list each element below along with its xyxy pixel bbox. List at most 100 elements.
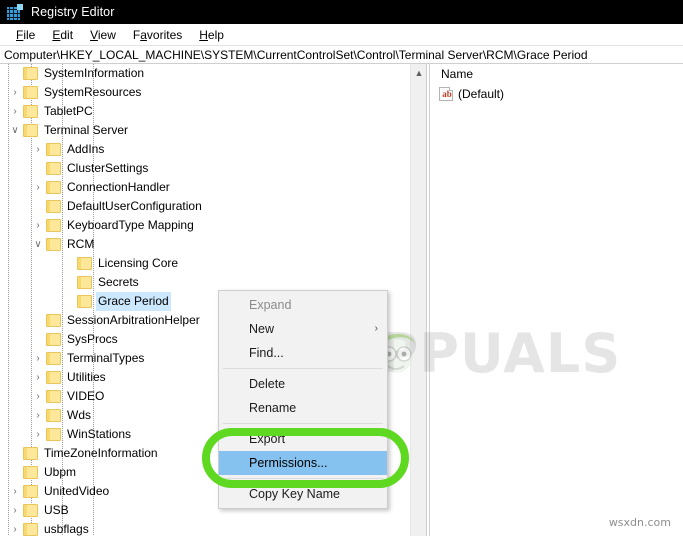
column-header-name[interactable]: Name <box>431 64 683 84</box>
context-menu-item-new[interactable]: New › <box>219 317 387 341</box>
context-menu-item-label: Permissions... <box>249 456 328 470</box>
tree-item-label: Licensing Core <box>98 256 179 270</box>
chevron-right-icon: › <box>374 323 378 334</box>
tree-item-label: WinStations <box>67 427 132 441</box>
menu-edit[interactable]: Edit <box>44 27 82 43</box>
chevron-right-icon[interactable]: › <box>31 140 45 159</box>
menu-bar: File Edit View Favorites Help <box>0 24 683 45</box>
tree-item-addins[interactable]: › AddIns <box>0 140 409 159</box>
tree-item-keyboardtype-mapping[interactable]: › KeyboardType Mapping <box>0 216 409 235</box>
folder-icon <box>23 447 38 460</box>
tree-item-clustersettings[interactable]: ClusterSettings <box>0 159 409 178</box>
tree-item-label: SystemInformation <box>44 66 145 80</box>
tree-item-label: Ubpm <box>44 465 77 479</box>
value-rows: ab (Default) <box>431 84 683 104</box>
folder-icon <box>77 295 92 308</box>
chevron-right-icon[interactable]: › <box>8 83 22 102</box>
context-menu-separator <box>223 478 383 479</box>
context-menu-item-label: New <box>249 322 275 336</box>
folder-icon <box>46 333 61 346</box>
folder-icon <box>46 143 61 156</box>
chevron-right-icon[interactable]: › <box>31 216 45 235</box>
chevron-right-icon[interactable]: › <box>8 102 22 121</box>
chevron-right-icon[interactable]: › <box>31 387 45 406</box>
tree-item-systeminformation[interactable]: SystemInformation <box>0 64 409 83</box>
chevron-right-icon[interactable]: › <box>8 520 22 536</box>
tree-item-rcm[interactable]: ∨ RCM <box>0 235 409 254</box>
folder-icon <box>46 409 61 422</box>
context-menu-item-export[interactable]: Export <box>219 427 387 451</box>
tree-item-label: usbflags <box>44 522 89 536</box>
values-pane[interactable]: Name ab (Default) <box>431 64 683 536</box>
context-menu-separator <box>223 368 383 369</box>
tree-item-label: ClusterSettings <box>67 161 149 175</box>
chevron-down-icon[interactable]: ∨ <box>31 235 45 254</box>
chevron-right-icon[interactable]: › <box>31 349 45 368</box>
context-menu-item-copy-key-name[interactable]: Copy Key Name <box>219 482 387 506</box>
scroll-up-icon[interactable]: ▲ <box>411 64 427 81</box>
tree-item-label: Secrets <box>98 275 139 289</box>
folder-icon <box>23 485 38 498</box>
tree-item-label: SessionArbitrationHelper <box>67 313 200 327</box>
context-menu-item-delete[interactable]: Delete <box>219 372 387 396</box>
tree-item-label: RCM <box>67 237 95 251</box>
chevron-right-icon[interactable]: › <box>8 501 22 520</box>
folder-icon <box>46 428 61 441</box>
menu-favorites[interactable]: Favorites <box>125 27 191 43</box>
tree-item-label: TimeZoneInformation <box>44 446 158 460</box>
context-menu-item-label: Find... <box>249 346 284 360</box>
folder-icon <box>46 371 61 384</box>
folder-icon <box>23 504 38 517</box>
folder-icon <box>46 238 61 251</box>
folder-icon <box>46 181 61 194</box>
folder-icon <box>23 67 38 80</box>
chevron-down-icon[interactable]: ∨ <box>8 121 22 140</box>
folder-icon <box>46 219 61 232</box>
folder-icon <box>23 105 38 118</box>
tree-item-label: USB <box>44 503 69 517</box>
context-menu-item-rename[interactable]: Rename <box>219 396 387 420</box>
tree-item-terminal-server[interactable]: ∨ Terminal Server <box>0 121 409 140</box>
window-title: Registry Editor <box>31 5 115 19</box>
tree-item-defaultuserconfiguration[interactable]: DefaultUserConfiguration <box>0 197 409 216</box>
source-watermark: wsxdn.com <box>608 516 671 529</box>
context-menu-item-label: Expand <box>249 298 292 312</box>
tree-vertical-scrollbar[interactable]: ▲ <box>410 64 426 536</box>
tree-item-systemresources[interactable]: › SystemResources <box>0 83 409 102</box>
chevron-right-icon[interactable]: › <box>8 482 22 501</box>
context-menu-item-expand: Expand <box>219 293 387 317</box>
folder-icon <box>46 314 61 327</box>
context-menu-item-find[interactable]: Find... <box>219 341 387 365</box>
chevron-right-icon[interactable]: › <box>31 178 45 197</box>
folder-icon <box>46 352 61 365</box>
folder-icon <box>23 523 38 536</box>
value-row[interactable]: ab (Default) <box>431 84 683 104</box>
address-bar[interactable]: Computer\HKEY_LOCAL_MACHINE\SYSTEM\Curre… <box>0 45 683 64</box>
menu-help[interactable]: Help <box>191 27 233 43</box>
chevron-right-icon[interactable]: › <box>31 425 45 444</box>
chevron-right-icon[interactable]: › <box>31 368 45 387</box>
pane-splitter[interactable] <box>426 64 430 536</box>
tree-item-usbflags[interactable]: › usbflags <box>0 520 409 536</box>
menu-file[interactable]: File <box>8 27 44 43</box>
folder-icon <box>23 124 38 137</box>
tree-item-label: AddIns <box>67 142 105 156</box>
tree-item-label: ConnectionHandler <box>67 180 170 194</box>
tree-item-label: TabletPC <box>44 104 93 118</box>
tree-item-tabletpc[interactable]: › TabletPC <box>0 102 409 121</box>
folder-icon <box>77 276 92 289</box>
tree-item-licensing-core[interactable]: Licensing Core <box>0 254 409 273</box>
tree-item-connectionhandler[interactable]: › ConnectionHandler <box>0 178 409 197</box>
menu-view[interactable]: View <box>82 27 125 43</box>
context-menu-separator <box>223 423 383 424</box>
title-bar: Registry Editor <box>0 0 683 24</box>
registry-icon <box>7 3 23 20</box>
context-menu[interactable]: Expand New › Find... Delete Rename Export Permi… <box>218 290 388 509</box>
chevron-right-icon[interactable]: › <box>31 406 45 425</box>
registry-path: Computer\HKEY_LOCAL_MACHINE\SYSTEM\Curre… <box>4 47 588 62</box>
context-menu-item-label: Delete <box>249 377 286 391</box>
folder-icon <box>46 162 61 175</box>
context-menu-item-permissions[interactable]: Permissions... <box>219 451 387 475</box>
context-menu-item-label: Copy Key Name <box>249 487 341 501</box>
tree-item-label: DefaultUserConfiguration <box>67 199 202 213</box>
